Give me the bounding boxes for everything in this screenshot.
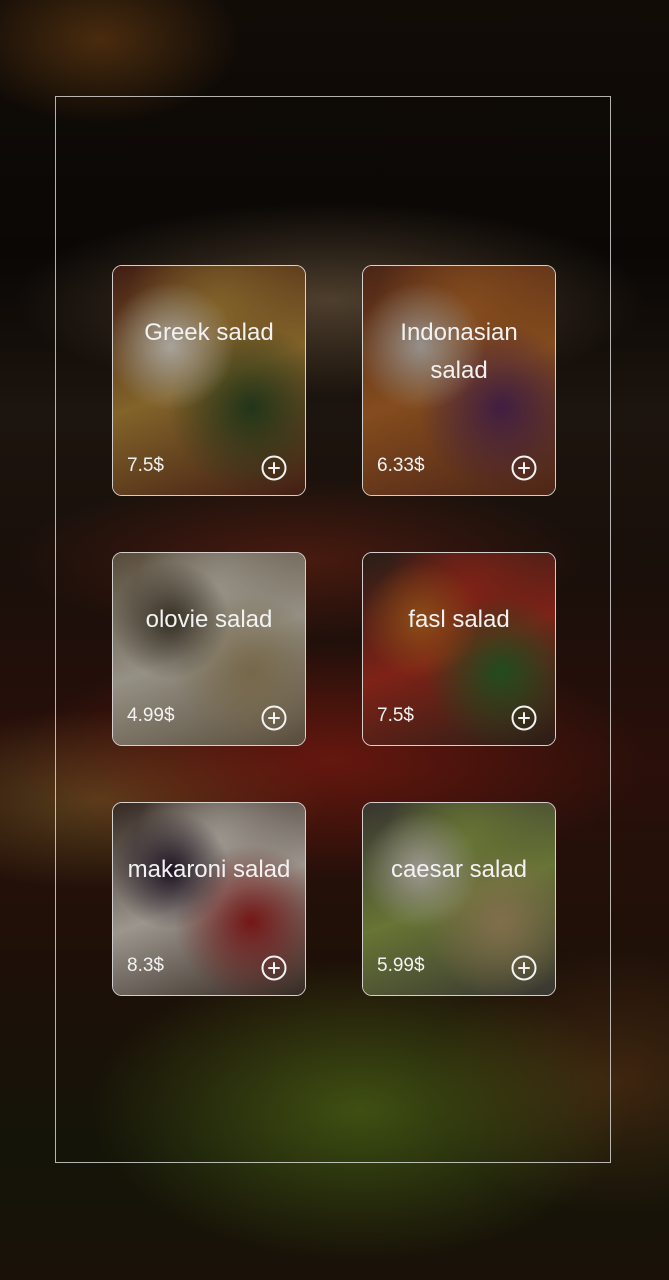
salad-name: caesar salad: [390, 856, 528, 883]
add-to-cart-icon[interactable]: [511, 955, 537, 981]
plus-circle-icon: [511, 955, 537, 981]
plus-circle-icon: [511, 705, 537, 731]
salad-price: 7.5$: [377, 705, 414, 726]
add-to-cart-icon[interactable]: [261, 455, 287, 481]
salad-name: olovie salad: [145, 606, 273, 633]
add-to-cart-icon[interactable]: [511, 455, 537, 481]
salad-name: Indonasian salad: [400, 319, 518, 384]
plus-circle-icon: [261, 455, 287, 481]
add-to-cart-icon[interactable]: [261, 705, 287, 731]
salad-card[interactable]: Greek salad 7.5$: [112, 265, 306, 496]
salad-name: fasl salad: [408, 606, 510, 633]
salad-price: 8.3$: [127, 955, 164, 976]
salad-price: 4.99$: [127, 705, 175, 726]
salad-card[interactable]: makaroni salad 8.3$: [112, 802, 306, 996]
salad-card[interactable]: fasl salad 7.5$: [362, 552, 556, 746]
salad-card[interactable]: Indonasian salad 6.33$: [362, 265, 556, 496]
salad-price: 5.99$: [377, 955, 425, 976]
salad-card[interactable]: olovie salad 4.99$: [112, 552, 306, 746]
salad-card[interactable]: caesar salad 5.99$: [362, 802, 556, 996]
salad-price: 6.33$: [377, 455, 425, 476]
plus-circle-icon: [261, 955, 287, 981]
add-to-cart-icon[interactable]: [261, 955, 287, 981]
salad-price: 7.5$: [127, 455, 164, 476]
plus-circle-icon: [511, 455, 537, 481]
add-to-cart-icon[interactable]: [511, 705, 537, 731]
plus-circle-icon: [261, 705, 287, 731]
salad-name: Greek salad: [144, 319, 274, 346]
salad-name: makaroni salad: [127, 856, 291, 883]
